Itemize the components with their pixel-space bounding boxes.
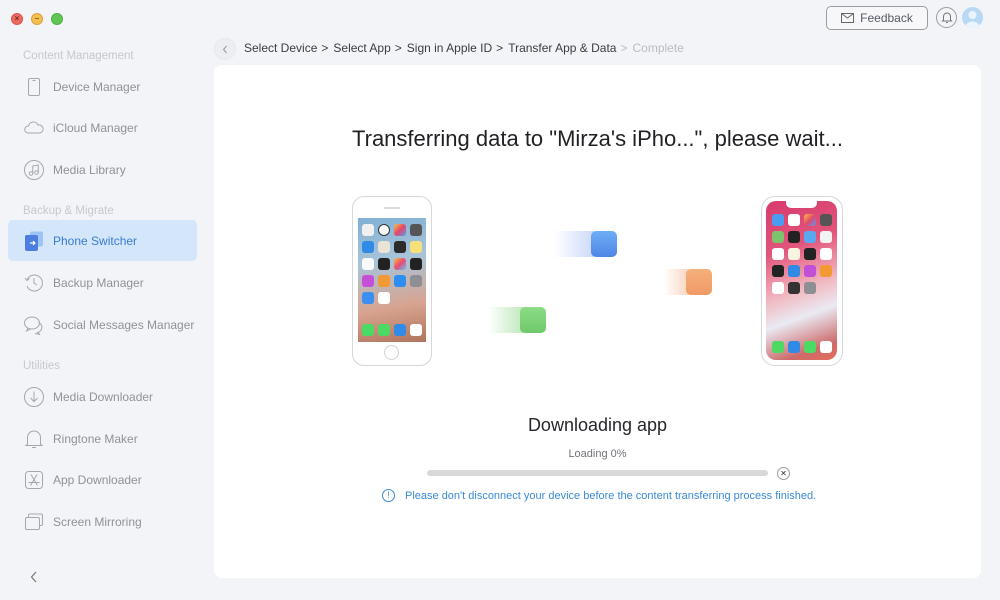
window-maximize-button[interactable] bbox=[51, 13, 63, 25]
breadcrumb-separator: > bbox=[620, 41, 628, 55]
status-title: Downloading app bbox=[527, 415, 668, 435]
target-device-illustration bbox=[761, 196, 843, 366]
breadcrumb-step-transfer-app-data[interactable]: Transfer App & Data bbox=[508, 41, 616, 55]
loading-text: Loading 0% bbox=[568, 448, 627, 460]
sidebar-item-label: Social Messages Manager bbox=[53, 317, 195, 332]
screens-icon bbox=[23, 511, 45, 533]
app-grid bbox=[362, 224, 422, 304]
transfer-trail bbox=[488, 307, 524, 333]
bell-icon bbox=[23, 428, 45, 450]
breadcrumb: Select Device > Select App > Sign in App… bbox=[244, 41, 684, 55]
home-button bbox=[384, 345, 399, 360]
section-label-utilities: Utilities bbox=[23, 360, 61, 372]
transfer-tile-orange bbox=[686, 269, 712, 295]
window-minimize-button[interactable]: – bbox=[31, 13, 43, 25]
breadcrumb-separator: > bbox=[394, 41, 402, 55]
cancel-transfer-button[interactable]: ✕ bbox=[777, 467, 790, 480]
chevron-left-icon bbox=[222, 45, 227, 53]
warning-text: Please don't disconnect your device befo… bbox=[405, 489, 817, 502]
chevron-left-icon bbox=[30, 571, 37, 583]
sidebar-item-device-manager[interactable]: Device Manager bbox=[8, 66, 197, 107]
sidebar-item-ringtone-maker[interactable]: Ringtone Maker bbox=[8, 418, 197, 459]
sidebar-item-label: iCloud Manager bbox=[53, 120, 138, 135]
main-panel: Transferring data to "Mirza's iPho...", … bbox=[214, 65, 981, 578]
download-circle-icon bbox=[23, 386, 45, 408]
phone-screen bbox=[766, 201, 837, 360]
back-button[interactable] bbox=[214, 38, 236, 60]
sidebar-item-icloud-manager[interactable]: iCloud Manager bbox=[8, 107, 197, 148]
phone-screen bbox=[358, 218, 426, 342]
breadcrumb-step-complete: Complete bbox=[632, 41, 684, 55]
transfer-tile-green bbox=[520, 307, 546, 333]
notifications-button[interactable] bbox=[936, 7, 957, 28]
user-avatar-icon bbox=[965, 11, 980, 28]
cloud-icon bbox=[23, 117, 45, 139]
section-label-backup-migrate: Backup & Migrate bbox=[23, 205, 114, 217]
feedback-label: Feedback bbox=[860, 11, 913, 25]
chat-bubbles-icon bbox=[23, 314, 45, 336]
sidebar-item-label: Media Library bbox=[53, 162, 126, 177]
sidebar-item-media-library[interactable]: Media Library bbox=[8, 149, 197, 190]
window-close-button[interactable]: × bbox=[11, 13, 23, 25]
history-icon bbox=[23, 272, 45, 294]
sidebar-item-label: Phone Switcher bbox=[53, 233, 138, 248]
app-dock bbox=[772, 341, 832, 353]
sidebar-collapse-button[interactable] bbox=[26, 568, 42, 586]
breadcrumb-separator: > bbox=[321, 41, 329, 55]
app-grid bbox=[772, 214, 832, 294]
sidebar-item-backup-manager[interactable]: Backup Manager bbox=[8, 262, 197, 303]
user-avatar[interactable] bbox=[962, 7, 983, 28]
sidebar-item-label: Backup Manager bbox=[53, 275, 144, 290]
sidebar-item-label: Media Downloader bbox=[53, 389, 154, 404]
sidebar-item-label: Device Manager bbox=[53, 79, 141, 94]
sidebar-item-social-messages-manager[interactable]: Social Messages Manager bbox=[8, 304, 197, 345]
phone-icon bbox=[23, 76, 45, 98]
page-title: Transferring data to "Mirza's iPho...", … bbox=[352, 126, 843, 151]
phone-switch-icon bbox=[23, 230, 45, 252]
feedback-button[interactable]: Feedback bbox=[826, 6, 928, 30]
breadcrumb-step-select-app[interactable]: Select App bbox=[333, 41, 390, 55]
sidebar-item-phone-switcher[interactable]: Phone Switcher bbox=[8, 220, 197, 261]
transfer-trail bbox=[554, 231, 594, 257]
mail-icon bbox=[841, 13, 855, 23]
app-dock bbox=[362, 324, 422, 336]
breadcrumb-separator: > bbox=[496, 41, 504, 55]
music-note-icon bbox=[23, 159, 45, 181]
bell-icon bbox=[940, 12, 953, 23]
close-circle-icon: ✕ bbox=[780, 468, 787, 478]
info-circle-icon: ! bbox=[382, 489, 395, 502]
sidebar-item-label: Ringtone Maker bbox=[53, 431, 138, 446]
sidebar-item-label: Screen Mirroring bbox=[53, 514, 142, 529]
source-device-illustration bbox=[352, 196, 432, 366]
sidebar-item-app-downloader[interactable]: App Downloader bbox=[8, 459, 197, 500]
transfer-tile-blue bbox=[591, 231, 617, 257]
app-store-icon bbox=[23, 469, 45, 491]
sidebar-item-label: App Downloader bbox=[53, 472, 142, 487]
warning-message: ! Please don't disconnect your device be… bbox=[382, 489, 816, 502]
phone-notch bbox=[786, 201, 817, 208]
section-label-content-management: Content Management bbox=[23, 50, 134, 62]
progress-bar bbox=[427, 470, 768, 476]
sidebar-item-screen-mirroring[interactable]: Screen Mirroring bbox=[8, 501, 197, 542]
sidebar: Content Management Device Manager iCloud… bbox=[0, 40, 205, 600]
sidebar-item-media-downloader[interactable]: Media Downloader bbox=[8, 376, 197, 417]
window-controls: × – bbox=[11, 13, 63, 25]
breadcrumb-step-sign-in-apple-id[interactable]: Sign in Apple ID bbox=[407, 41, 492, 55]
phone-speaker bbox=[384, 207, 400, 209]
breadcrumb-step-select-device[interactable]: Select Device bbox=[244, 41, 317, 55]
